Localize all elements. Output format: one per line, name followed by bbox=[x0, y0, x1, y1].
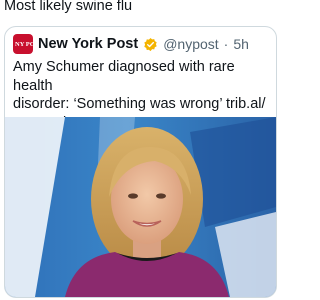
tweet-photo[interactable] bbox=[5, 117, 276, 297]
left-eye bbox=[128, 193, 138, 199]
tweet-text-line-1: Amy Schumer diagnosed with rare health bbox=[13, 59, 235, 94]
caption-text: Most likely swine flu bbox=[4, 0, 133, 14]
timestamp[interactable]: 5h bbox=[233, 36, 249, 52]
tweet-card[interactable]: NY POST New York Post @nypost · 5h Amy S… bbox=[4, 26, 277, 298]
avatar-text: NY POST bbox=[15, 40, 43, 48]
backdrop-shape-right bbox=[190, 117, 276, 227]
tweet-header: NY POST New York Post @nypost · 5h bbox=[13, 34, 249, 54]
tweet-text-line-2: disorder: ‘Something was wrong’ trib.al/ bbox=[13, 96, 266, 112]
account-handle[interactable]: @nypost bbox=[163, 36, 218, 52]
account-name[interactable]: New York Post bbox=[38, 36, 138, 52]
verified-badge-icon bbox=[144, 37, 157, 51]
right-eye bbox=[156, 193, 166, 199]
separator-dot: · bbox=[223, 36, 229, 52]
avatar[interactable]: NY POST bbox=[13, 34, 43, 54]
